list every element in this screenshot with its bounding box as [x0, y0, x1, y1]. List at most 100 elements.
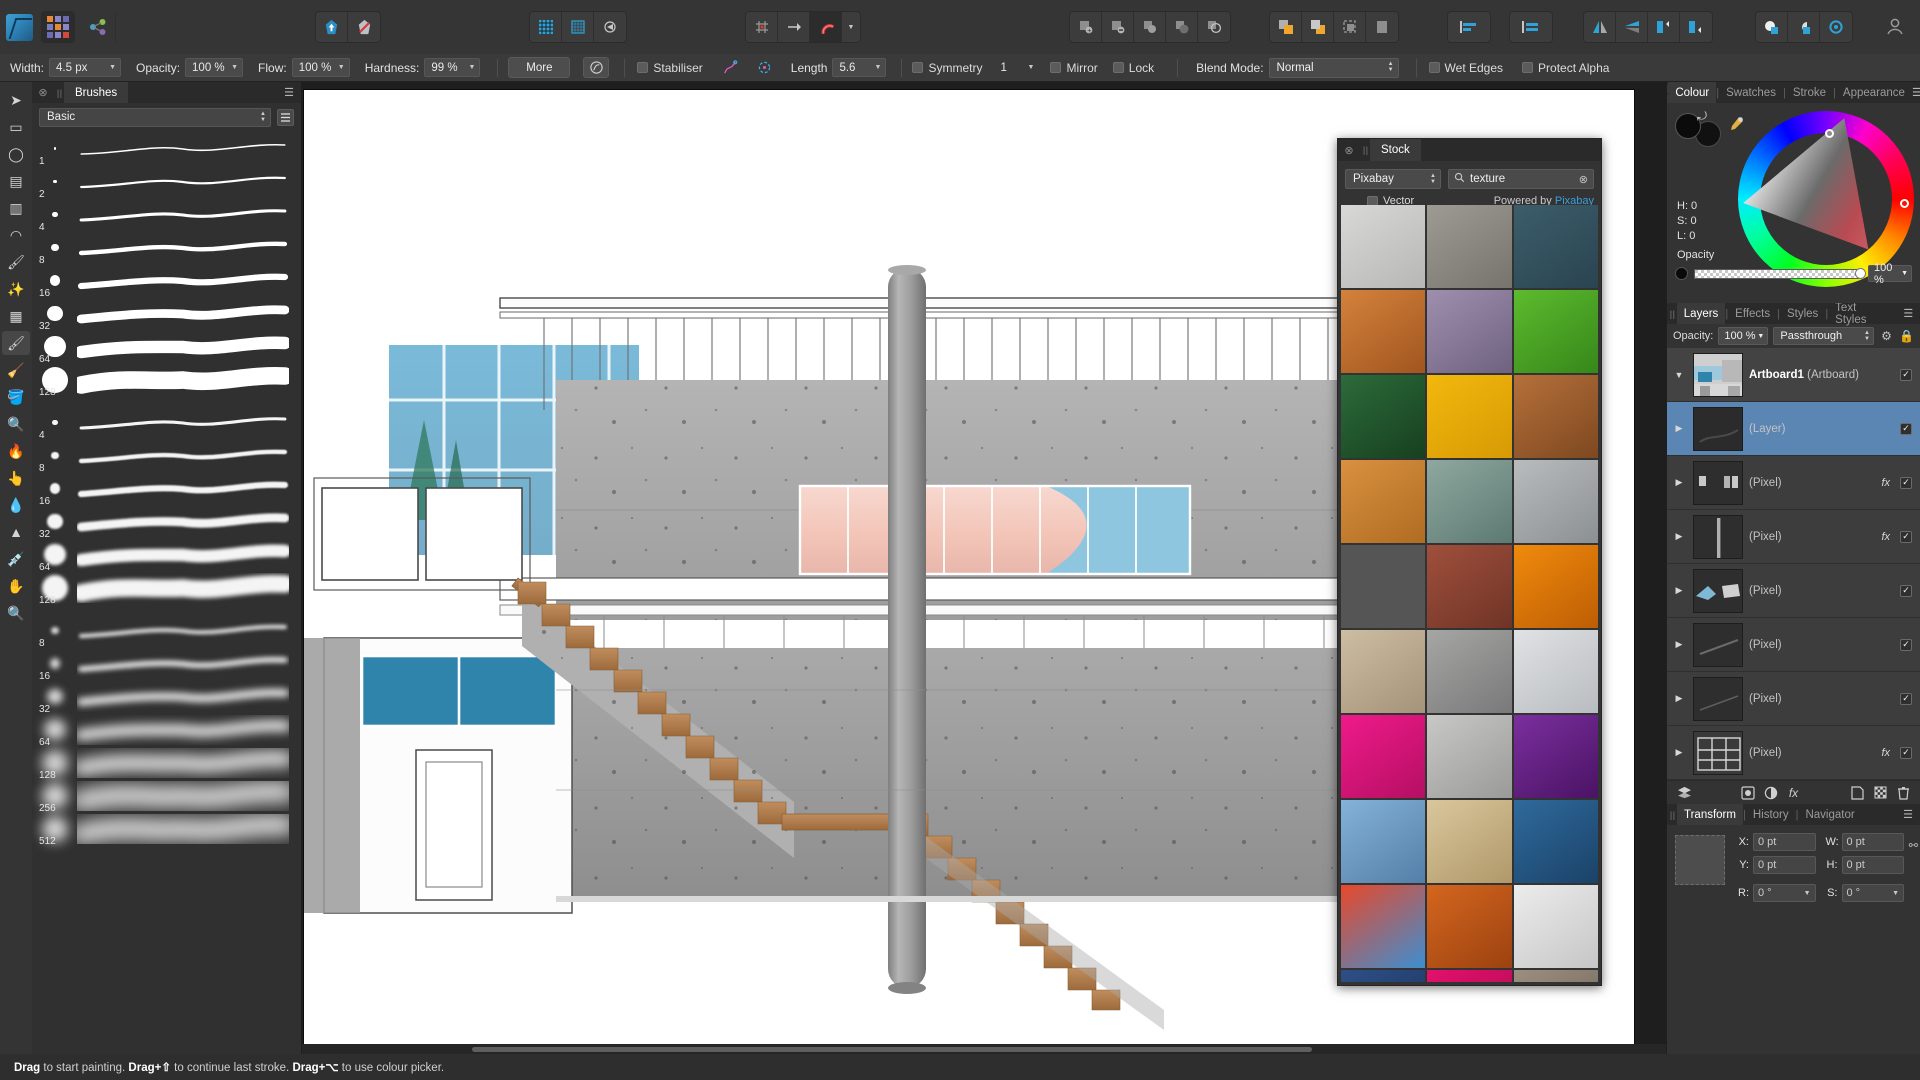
- h-input[interactable]: 0 pt: [1841, 856, 1904, 874]
- tab-brushes[interactable]: Brushes: [64, 82, 129, 103]
- stock-thumbnail[interactable]: [1513, 885, 1598, 968]
- y-input[interactable]: 0 pt: [1753, 856, 1816, 874]
- flood-fill-tool[interactable]: 🪣: [2, 385, 30, 409]
- no-edit-icon[interactable]: [348, 12, 380, 42]
- hue-knob[interactable]: [1825, 129, 1834, 138]
- width-input[interactable]: 4.5 px ▼: [49, 58, 122, 77]
- stock-thumbnail[interactable]: [1513, 205, 1598, 288]
- flip-horizontal-icon[interactable]: [1584, 12, 1616, 42]
- more-button[interactable]: More: [508, 57, 571, 78]
- subtract-icon[interactable]: [1102, 12, 1134, 42]
- tab-styles[interactable]: Styles: [1780, 303, 1825, 324]
- stock-thumbnail-grid[interactable]: [1341, 205, 1598, 982]
- brush-preset[interactable]: 64: [32, 713, 301, 748]
- lock-icon[interactable]: 🔒: [1899, 329, 1914, 343]
- tab-history[interactable]: History: [1746, 804, 1796, 825]
- brush-preset[interactable]: 8: [32, 439, 301, 474]
- stock-thumbnail[interactable]: [1341, 715, 1426, 798]
- opacity-input[interactable]: 100 % ▼: [185, 58, 244, 77]
- flood-select-tool[interactable]: ✨: [2, 277, 30, 301]
- divide-icon[interactable]: [1166, 12, 1198, 42]
- sat-knob[interactable]: [1900, 199, 1909, 208]
- layer-disclosure-right-icon[interactable]: ▶: [1671, 531, 1687, 542]
- brush-preset[interactable]: 64: [32, 330, 301, 365]
- brush-preset[interactable]: 512: [32, 812, 301, 847]
- link-ratio-icon[interactable]: ⚯: [1909, 839, 1918, 852]
- user-account-icon[interactable]: [1884, 15, 1906, 40]
- adjustment-icon[interactable]: [1738, 784, 1758, 802]
- mirror-checkbox[interactable]: Mirror: [1050, 61, 1098, 75]
- stock-thumbnail[interactable]: [1513, 970, 1598, 982]
- brush-preset[interactable]: 16: [32, 472, 301, 507]
- persona-grid-icon[interactable]: [42, 12, 74, 42]
- layer-fx-icon[interactable]: fx: [1881, 747, 1890, 759]
- rotate-left-icon[interactable]: [1648, 12, 1680, 42]
- brush-preset[interactable]: 1: [32, 132, 301, 167]
- align-left-icon[interactable]: [1448, 12, 1490, 42]
- pixel-tool[interactable]: ▦: [2, 304, 30, 328]
- layer-fx-icon[interactable]: fx: [1881, 531, 1890, 543]
- tab-swatches[interactable]: Swatches: [1719, 82, 1783, 103]
- stock-thumbnail[interactable]: [1427, 460, 1512, 543]
- r-input[interactable]: 0 ° ▼: [1753, 884, 1816, 902]
- view-pan-tool[interactable]: ✋: [2, 574, 30, 598]
- drag-grip-icon[interactable]: | |: [1360, 139, 1370, 161]
- layer-visibility-checkbox[interactable]: ✓: [1900, 746, 1912, 759]
- stock-thumbnail[interactable]: [1341, 545, 1426, 628]
- close-icon[interactable]: ⊗: [1338, 139, 1360, 161]
- stock-thumbnail[interactable]: [1341, 460, 1426, 543]
- brush-preset[interactable]: 16: [32, 647, 301, 682]
- panel-menu-icon[interactable]: ☰: [277, 82, 301, 103]
- layer-row[interactable]: ▼ Artboard1 (Artboard) ✓: [1667, 348, 1920, 402]
- ungroup-icon[interactable]: [1366, 12, 1398, 42]
- stock-thumbnail[interactable]: [1341, 290, 1426, 373]
- flip-vertical-icon[interactable]: [1616, 12, 1648, 42]
- stock-thumbnail[interactable]: [1341, 205, 1426, 288]
- add-icon[interactable]: +: [1070, 12, 1102, 42]
- tab-text-styles[interactable]: Text Styles: [1828, 302, 1896, 326]
- colour-opacity-input[interactable]: 100 % ▼: [1868, 262, 1912, 286]
- lock-checkbox[interactable]: Lock: [1112, 61, 1154, 75]
- layer-row[interactable]: ▶ (Layer) ✓: [1667, 402, 1920, 456]
- delete-icon[interactable]: [1893, 784, 1913, 802]
- stock-thumbnail[interactable]: [1513, 460, 1598, 543]
- share-icon[interactable]: [80, 12, 116, 42]
- opacity-slider-knob[interactable]: [1855, 267, 1866, 279]
- move-front-icon[interactable]: [1270, 12, 1302, 42]
- layer-list[interactable]: ▼ Artboard1 (Artboard) ✓ ▶ (Layer) ✓ ▶ (Pixel) f…: [1667, 348, 1920, 780]
- elliptical-marquee-tool[interactable]: ◯: [2, 142, 30, 166]
- brush-list[interactable]: 1 2 4 8 16 32 64 128 4 8 16 32 64 128 8 16 32 64 128 256 512: [32, 132, 301, 1054]
- gear-icon[interactable]: ⚙: [1879, 329, 1894, 343]
- live-filter-icon[interactable]: [1761, 784, 1781, 802]
- stock-thumbnail[interactable]: [1513, 630, 1598, 713]
- rope-mode-icon[interactable]: [717, 57, 744, 78]
- brush-preset[interactable]: 32: [32, 680, 301, 715]
- stock-thumbnail[interactable]: [1341, 970, 1426, 982]
- stock-thumbnail[interactable]: [1427, 885, 1512, 968]
- show-grid-icon[interactable]: [746, 12, 778, 42]
- brush-category-select[interactable]: Basic ▲ ▼: [39, 107, 271, 127]
- layer-stack-icon[interactable]: [1674, 784, 1694, 802]
- stock-thumbnail[interactable]: [1341, 885, 1426, 968]
- stock-thumbnail[interactable]: [1427, 970, 1512, 982]
- blend-mode-select[interactable]: Normal ▲ ▼: [1268, 57, 1399, 78]
- stock-thumbnail[interactable]: [1341, 630, 1426, 713]
- brush-preset[interactable]: 16: [32, 264, 301, 299]
- brush-preset[interactable]: 32: [32, 297, 301, 332]
- tab-stock[interactable]: Stock: [1370, 139, 1421, 161]
- stock-thumbnail[interactable]: [1513, 545, 1598, 628]
- combine-icon[interactable]: [1198, 12, 1230, 42]
- freehand-selection-tool[interactable]: ◠: [2, 223, 30, 247]
- layer-visibility-checkbox[interactable]: ✓: [1900, 368, 1912, 381]
- stock-search-input[interactable]: texture ⊗: [1448, 169, 1594, 189]
- x-input[interactable]: 0 pt: [1753, 833, 1816, 851]
- panel-menu-icon[interactable]: ☰: [1896, 804, 1920, 825]
- stock-thumbnail[interactable]: [1427, 630, 1512, 713]
- wet-edges-checkbox[interactable]: Wet Edges: [1428, 61, 1503, 75]
- stock-thumbnail[interactable]: [1513, 375, 1598, 458]
- protect-alpha-checkbox[interactable]: Protect Alpha: [1522, 61, 1609, 75]
- layers-opacity-input[interactable]: 100 % ▼: [1718, 327, 1769, 345]
- flow-input[interactable]: 100 % ▼: [291, 58, 350, 77]
- pixel-preview-icon[interactable]: [562, 12, 594, 42]
- stock-thumbnail[interactable]: [1513, 290, 1598, 373]
